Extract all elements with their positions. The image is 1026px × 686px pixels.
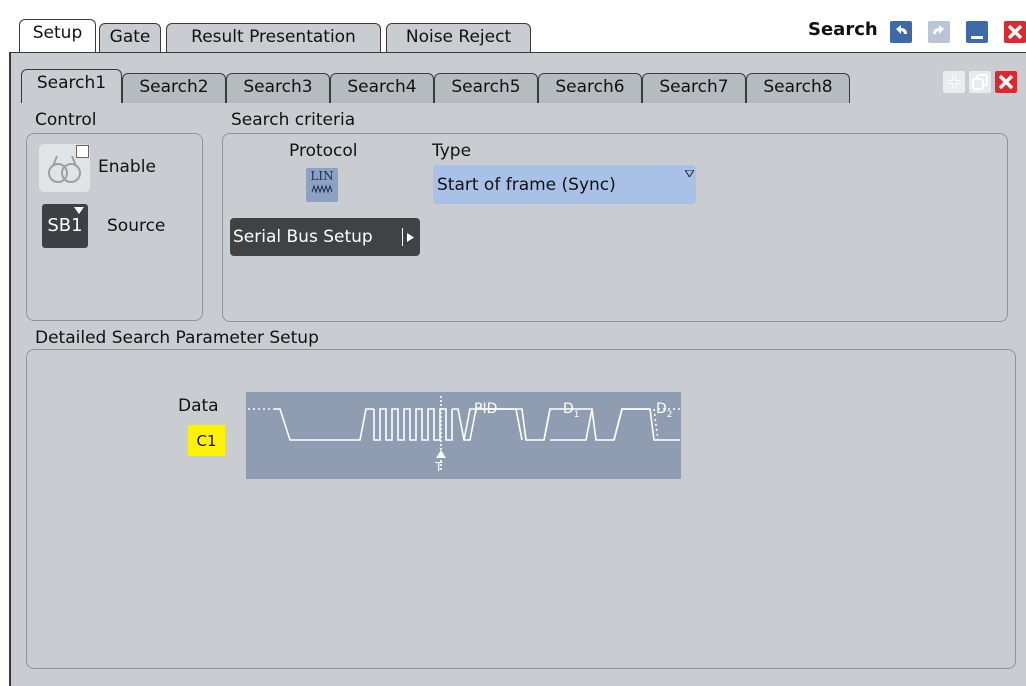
enable-checkbox[interactable]: [76, 145, 89, 158]
add-search-icon[interactable]: [943, 71, 965, 93]
lin-frame-diagram: PID D1 D2 T: [246, 392, 681, 479]
search-tab-3[interactable]: Search3: [226, 73, 330, 103]
d2-field: D2: [656, 401, 673, 420]
enable-label: Enable: [98, 157, 156, 177]
copy-search-icon[interactable]: [969, 71, 991, 93]
detailed-setup-heading: Detailed Search Parameter Setup: [35, 328, 319, 348]
search-tab-7[interactable]: Search7: [642, 73, 746, 103]
serial-bus-setup-button[interactable]: Serial Bus Setup: [230, 218, 420, 256]
type-value: Start of frame (Sync): [437, 175, 616, 195]
search-criteria-heading: Search criteria: [231, 110, 356, 130]
type-dropdown[interactable]: Start of frame (Sync): [433, 165, 696, 204]
search-tab-8[interactable]: Search8: [746, 73, 850, 103]
enable-toggle[interactable]: [39, 144, 90, 192]
search-tab-4[interactable]: Search4: [330, 73, 434, 103]
close-icon[interactable]: [1004, 21, 1026, 43]
data-label: Data: [178, 396, 219, 416]
dropdown-triangle-icon: [74, 207, 84, 214]
d1-field: D1: [563, 401, 580, 420]
tab-gate[interactable]: Gate: [99, 23, 161, 52]
delete-search-icon[interactable]: [995, 71, 1017, 93]
protocol-label: Protocol: [289, 141, 358, 161]
source-value: SB1: [47, 215, 83, 236]
source-selector[interactable]: SB1: [42, 204, 88, 248]
dialog-title: Search: [808, 19, 878, 40]
control-heading: Control: [35, 110, 97, 130]
undo-icon[interactable]: [890, 21, 912, 43]
trigger-marker-label: T: [435, 460, 443, 474]
setup-panel: Search1 Search2 Search3 Search4 Search5 …: [9, 52, 1026, 686]
search-tab-6[interactable]: Search6: [538, 73, 642, 103]
source-label: Source: [107, 216, 166, 236]
search-tab-5[interactable]: Search5: [434, 73, 538, 103]
lin-protocol-icon[interactable]: LIN: [306, 168, 338, 202]
channel-badge[interactable]: C1: [188, 425, 225, 456]
pid-field: PID: [474, 401, 498, 417]
tab-result-presentation[interactable]: Result Presentation: [166, 23, 381, 52]
arrow-right-icon: [407, 233, 414, 242]
minimize-icon[interactable]: [966, 21, 988, 43]
type-label: Type: [432, 141, 472, 161]
tab-noise-reject[interactable]: Noise Reject: [386, 23, 531, 52]
tab-setup[interactable]: Setup: [19, 19, 96, 52]
redo-icon[interactable]: [928, 21, 950, 43]
dropdown-triangle-icon: [685, 170, 694, 177]
search-tab-2[interactable]: Search2: [122, 73, 226, 103]
search-tab-1[interactable]: Search1: [21, 69, 122, 103]
